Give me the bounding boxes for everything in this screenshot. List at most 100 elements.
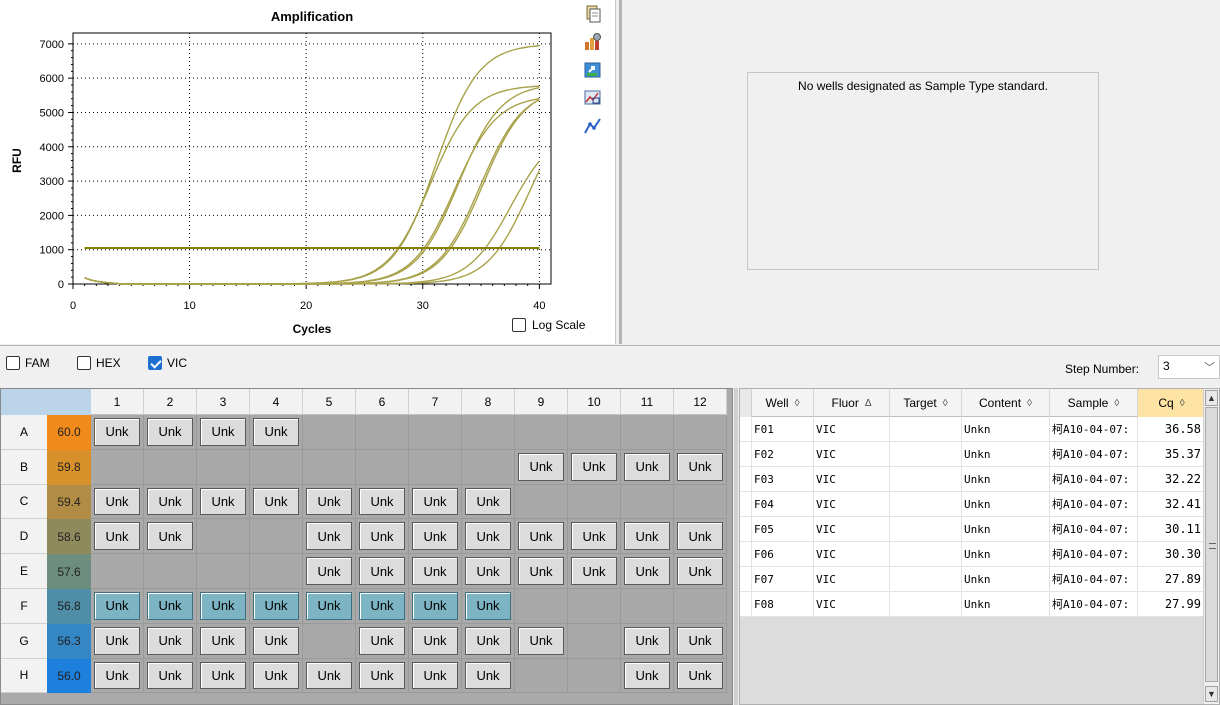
plate-well[interactable]: Unk [621,519,674,555]
plate-well[interactable]: Unk [568,519,621,555]
plate-well[interactable] [250,519,303,555]
plate-well[interactable]: Unk [462,554,515,589]
plate-well[interactable]: Unk [91,415,144,450]
plate-well[interactable]: Unk [303,589,356,624]
plate-column-header[interactable]: 8 [462,389,515,415]
plate-well[interactable] [515,658,568,694]
scroll-up-icon[interactable]: ▲ [1205,390,1218,406]
column-header-target[interactable]: Target ◊ [890,389,962,417]
plate-well[interactable]: Unk [674,623,727,659]
plate-row-header[interactable]: H [1,658,47,694]
fluor-fam-option[interactable]: FAM [6,356,50,370]
column-header-cq[interactable]: Cq ◊ [1138,389,1206,417]
fluor-fam-checkbox[interactable] [6,356,20,370]
plate-well[interactable]: Unk [91,519,144,555]
plate-well[interactable] [356,415,409,450]
plate-well[interactable] [674,484,727,520]
plate-well[interactable]: Unk [303,554,356,589]
plate-column-header[interactable]: 12 [674,389,727,415]
plate-well[interactable] [568,415,621,450]
plate-well[interactable]: Unk [674,449,727,485]
plate-row-header[interactable]: C [1,484,47,520]
plate-well[interactable]: Unk [356,658,409,694]
plate-well[interactable] [462,415,515,450]
row-selector[interactable] [740,592,752,616]
plate-well[interactable]: Unk [356,484,409,520]
zoom-chart-icon[interactable] [582,88,604,108]
row-selector[interactable] [740,517,752,541]
plate-well[interactable] [621,415,674,450]
copy-icon[interactable] [582,4,604,24]
plate-column-header[interactable]: 7 [409,389,462,415]
plate-well[interactable] [621,484,674,520]
plate-well[interactable]: Unk [515,449,568,485]
plate-column-header[interactable]: 4 [250,389,303,415]
plate-well[interactable]: Unk [621,449,674,485]
scroll-down-icon[interactable]: ▼ [1205,686,1218,702]
table-row[interactable]: F06 VIC Unkn 柯A10-04-07: 30.30 [740,542,1206,567]
plate-well[interactable] [303,449,356,485]
plate-well[interactable]: Unk [409,519,462,555]
fluor-hex-option[interactable]: HEX [77,356,121,370]
column-header-fluor[interactable]: Fluor Δ [814,389,890,417]
table-row[interactable]: F04 VIC Unkn 柯A10-04-07: 32.41 [740,492,1206,517]
plate-well[interactable]: Unk [250,623,303,659]
amplification-chart[interactable]: Amplification 0 10 20 30 40 0 1000 2000 3000 4000 5… [0,0,580,344]
plate-well[interactable]: Unk [144,623,197,659]
sort-icon[interactable]: ◊ [795,398,800,409]
plate-well[interactable]: Unk [515,554,568,589]
plate-row-header[interactable]: A [1,415,47,450]
plate-well[interactable]: Unk [568,554,621,589]
plate-column-header[interactable]: 1 [91,389,144,415]
sort-icon[interactable]: Δ [865,398,872,409]
plate-well[interactable] [250,449,303,485]
export-icon[interactable] [582,60,604,80]
plate-well[interactable]: Unk [409,589,462,624]
table-row[interactable]: F03 VIC Unkn 柯A10-04-07: 32.22 [740,467,1206,492]
plate-well[interactable]: Unk [674,658,727,694]
plate-well[interactable] [197,554,250,589]
plate-well[interactable]: Unk [250,589,303,624]
plate-well[interactable]: Unk [462,589,515,624]
plate-well[interactable] [250,554,303,589]
plate-well[interactable]: Unk [356,554,409,589]
plate-well[interactable] [674,589,727,624]
table-row[interactable]: F07 VIC Unkn 柯A10-04-07: 27.89 [740,567,1206,592]
chart-settings-icon[interactable] [582,32,604,52]
plate-well[interactable]: Unk [515,623,568,659]
plate-well[interactable]: Unk [144,519,197,555]
plate-well[interactable]: Unk [462,658,515,694]
plate-well[interactable] [568,623,621,659]
plate-well[interactable]: Unk [462,623,515,659]
row-selector[interactable] [740,567,752,591]
plate-column-header[interactable]: 11 [621,389,674,415]
plate-well[interactable]: Unk [674,519,727,555]
plate-well[interactable] [91,554,144,589]
plate-well[interactable] [621,589,674,624]
plate-row-header[interactable]: G [1,623,47,659]
table-row[interactable]: F02 VIC Unkn 柯A10-04-07: 35.37 [740,442,1206,467]
plate-well[interactable]: Unk [515,519,568,555]
plate-well[interactable]: Unk [356,589,409,624]
plate-well[interactable] [568,658,621,694]
plate-well[interactable]: Unk [568,449,621,485]
plate-well[interactable] [303,415,356,450]
plate-well[interactable]: Unk [197,589,250,624]
plate-well[interactable]: Unk [621,658,674,694]
plate-well[interactable]: Unk [250,484,303,520]
plate-column-header[interactable]: 5 [303,389,356,415]
plate-well[interactable]: Unk [303,484,356,520]
column-header-content[interactable]: Content ◊ [962,389,1050,417]
panel-splitter[interactable] [619,0,622,344]
plate-well[interactable] [409,415,462,450]
plate-well[interactable]: Unk [674,554,727,589]
plate-row-header[interactable]: F [1,589,47,624]
plate-well[interactable]: Unk [409,658,462,694]
plate-well[interactable]: Unk [250,415,303,450]
plate-well[interactable]: Unk [197,658,250,694]
plate-column-header[interactable]: 6 [356,389,409,415]
plate-well[interactable]: Unk [356,623,409,659]
plate-well[interactable]: Unk [303,519,356,555]
log-scale-toggle[interactable]: Log Scale [512,318,585,332]
row-selector[interactable] [740,417,752,441]
